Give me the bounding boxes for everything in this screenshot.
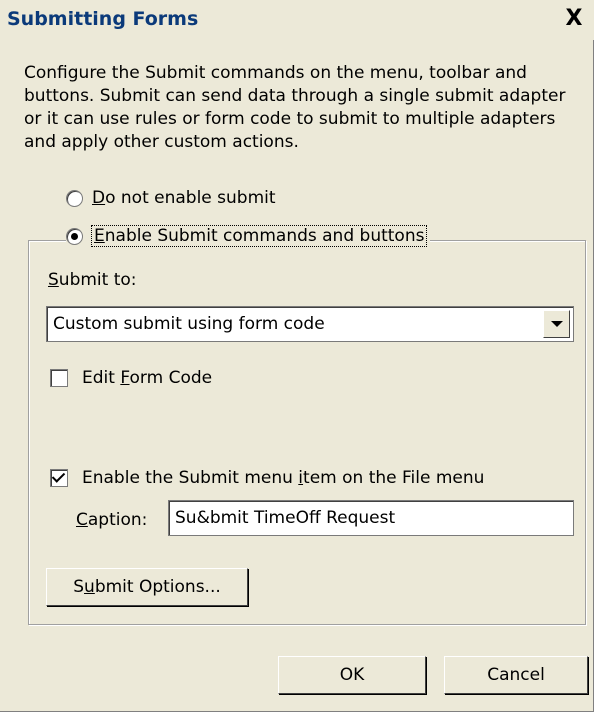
submit-options-button[interactable]: Submit Options... [46, 568, 248, 606]
radio-label: Do not enable submit [92, 188, 276, 208]
dialog-title: Submitting Forms [7, 8, 199, 30]
checkbox-label: Enable the Submit menu item on the File … [82, 468, 485, 488]
radio-button-checked[interactable] [66, 227, 83, 245]
enable-menu-item-checkbox-row[interactable]: Enable the Submit menu item on the File … [50, 468, 484, 488]
cancel-button[interactable]: Cancel [444, 656, 588, 694]
radio-do-not-enable[interactable]: Do not enable submit [66, 188, 276, 208]
edit-form-code-checkbox-row[interactable]: Edit Form Code [50, 368, 212, 388]
enable-menu-item-checkbox[interactable] [50, 469, 68, 487]
radio-enable-submit[interactable]: Enable Submit commands and buttons [66, 225, 431, 247]
checkbox-label: Edit Form Code [82, 368, 213, 388]
ok-button[interactable]: OK [278, 656, 426, 694]
description-text: Configure the Submit commands on the men… [24, 63, 566, 152]
submit-to-label: Submit to: [48, 270, 137, 290]
edit-form-code-checkbox[interactable] [50, 369, 68, 387]
radio-label: Enable Submit commands and buttons [90, 225, 428, 247]
caption-input[interactable] [168, 500, 574, 536]
submit-to-dropdown[interactable]: Custom submit using form code [46, 306, 574, 342]
chevron-down-icon[interactable] [543, 310, 570, 338]
caption-label: Caption: [76, 510, 148, 530]
title-bar: Submitting Forms X [0, 0, 594, 40]
submitting-forms-dialog: Submitting Forms X Configure the Submit … [0, 0, 594, 712]
radio-button[interactable] [66, 189, 83, 207]
close-button[interactable]: X [560, 6, 588, 32]
submit-to-selected-value: Custom submit using form code [53, 314, 325, 334]
